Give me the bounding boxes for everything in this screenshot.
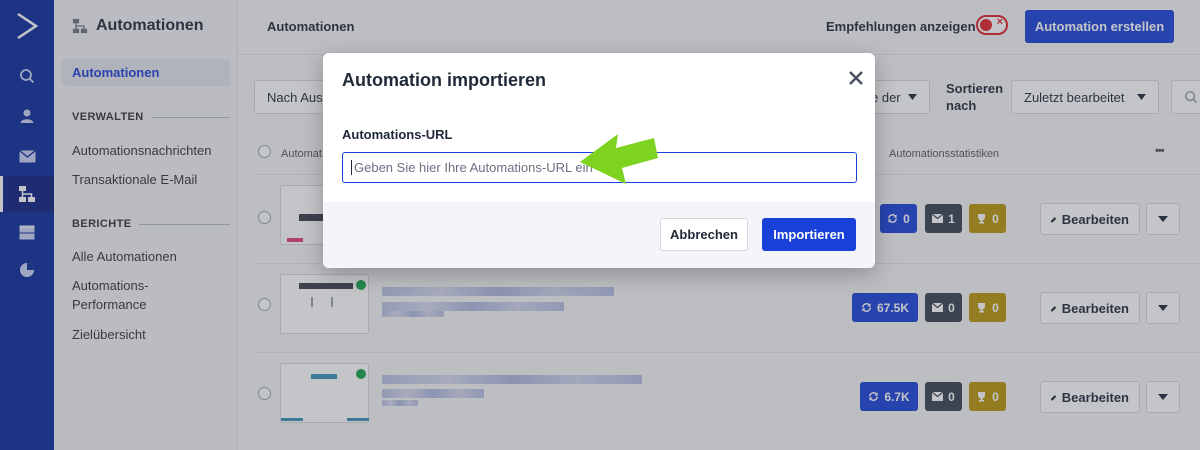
dialog-title: Automation importieren xyxy=(342,70,547,90)
cancel-button[interactable]: Abbrechen xyxy=(660,218,748,251)
url-input-placeholder: Geben Sie hier Ihre Automations-URL ein xyxy=(354,160,593,175)
highlight-arrow-icon xyxy=(580,134,658,184)
url-field-label: Automations-URL xyxy=(342,127,453,142)
close-icon[interactable] xyxy=(847,69,865,87)
import-button[interactable]: Importieren xyxy=(762,218,856,251)
